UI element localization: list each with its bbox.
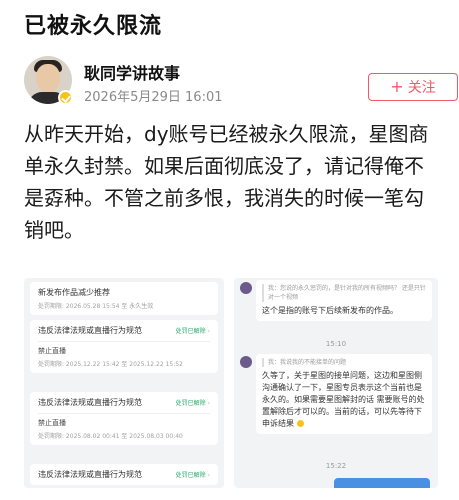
penalty-card-period: 处罚期限: 2025.12.22 15:42 至 2025.12.22 15:5… [38,361,183,368]
penalty-list-screenshot[interactable]: 新发布作品减少推荐 处罚期限: 2026.05.28 15:54 至 永久生效 … [24,278,224,488]
post-images: 新发布作品减少推荐 处罚期限: 2026.05.28 15:54 至 永久生效 … [24,278,438,488]
page-title: 已被永久限流 [24,14,163,39]
penalty-card: 新发布作品减少推荐 处罚期限: 2026.05.28 15:54 至 永久生效 [30,282,218,315]
penalty-status-badge: 处罚已解除 [176,326,210,335]
chat-avatar [240,356,252,368]
support-chat-screenshot[interactable]: 我：您说的永久惩罚的，是针对我的所有视频吗？ 还是只针对一个视频 这个是指的账号… [234,278,438,488]
chat-bubble: 我：您说的永久惩罚的，是针对我的所有视频吗？ 还是只针对一个视频 这个是指的账号… [256,280,432,321]
author-name[interactable]: 耿同学讲故事 [84,60,180,84]
post-timestamp: 2026年5月29日 16:01 [84,90,223,105]
penalty-card: 违反法律法规或直播行为规范 处罚已解除 禁止直播 处罚期限: 2025.12.2… [30,320,218,373]
chat-avatar [240,282,252,294]
chat-timestamp: 15:22 [325,462,347,470]
follow-label: 关注 [407,80,436,96]
penalty-card: 违反法律法规或直播行为规范 处罚已解除 禁止直播 处罚期限: 2025.08.0… [30,392,218,445]
penalty-card-title: 新发布作品减少推荐 [38,288,110,297]
avatar-face [36,64,60,92]
penalty-status-badge: 处罚已解除 [176,398,210,407]
penalty-status-badge: 处罚已解除 [176,470,210,479]
author-row: 耿同学讲故事 2026年5月29日 16:01 + 关注 [24,56,458,106]
emoji-icon [296,420,304,427]
penalty-card-label: 禁止直播 [38,347,66,355]
chat-timestamp: 15:10 [325,340,347,348]
verified-check-icon [58,90,73,105]
chat-bubble-outgoing [334,478,430,488]
chat-quote: 我：您说的永久惩罚的，是针对我的所有视频吗？ 还是只针对一个视频 [262,284,426,302]
plus-icon: + [390,77,404,96]
penalty-card-period: 处罚期限: 2025.08.02 00:41 至 2025.08.03 00:4… [38,433,183,440]
post-body: 从昨天开始，dy账号已经被永久限流，星图商单永久封禁。如果后面彻底没了，请记得俺… [24,122,429,242]
chat-message: 这个是指的账号下后续新发布的作品。 [262,306,398,315]
follow-button[interactable]: + 关注 [368,73,458,101]
chat-message: 久等了，关于星图的接单问题，这边和星图侧沟通确认了一下，星图专员表示这个当前也是… [262,371,425,428]
chat-quote: 我：我说我的不能接单的问题 [262,358,426,367]
penalty-card: 违反法律法规或直播行为规范 处罚已解除 [30,464,218,485]
chat-message-wrap: 久等了，关于星图的接单问题，这边和星图侧沟通确认了一下，星图专员表示这个当前也是… [262,370,426,430]
chat-bubble: 我：我说我的不能接单的问题 久等了，关于星图的接单问题，这边和星图侧沟通确认了一… [256,354,432,434]
divider [38,341,210,342]
penalty-card-label: 禁止直播 [38,419,66,427]
divider [38,413,210,414]
penalty-card-period: 处罚期限: 2026.05.28 15:54 至 永久生效 [38,303,154,310]
